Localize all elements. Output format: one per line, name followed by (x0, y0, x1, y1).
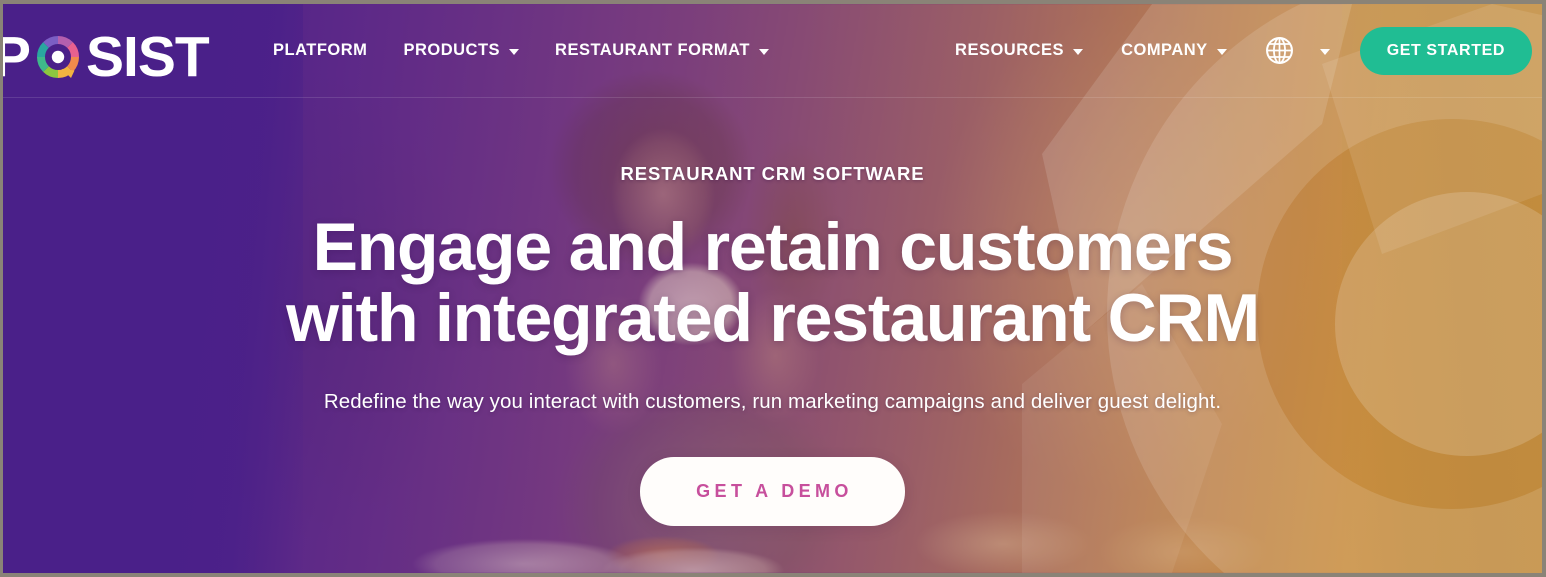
logo-letters-sist: SIST (86, 25, 210, 89)
nav-item-platform[interactable]: PLATFORM (273, 33, 367, 68)
nav-item-restaurant-format[interactable]: RESTAURANT FORMAT (555, 33, 769, 68)
nav-label-company: COMPANY (1121, 41, 1208, 59)
logo-wordmark: P SIST (3, 25, 210, 89)
window-bottom-edge (0, 573, 1546, 577)
posist-donut-logo-icon (32, 31, 84, 83)
nav-label-restaurant-format: RESTAURANT FORMAT (555, 41, 750, 59)
nav-label-platform: PLATFORM (273, 41, 368, 59)
posist-logo[interactable]: P SIST (3, 25, 210, 89)
nav-label-resources: RESOURCES (955, 41, 1065, 59)
chevron-down-icon (1073, 48, 1084, 55)
chevron-down-icon (1216, 48, 1227, 55)
nav-item-company[interactable]: COMPANY (1121, 33, 1227, 68)
window-top-edge (0, 0, 1546, 4)
primary-nav-left: PLATFORM PRODUCTS RESTAURANT FORMAT (273, 4, 769, 97)
hero-subheading: Redefine the way you interact with custo… (323, 390, 1222, 413)
page-root: P SIST PLATFORM PRODUCTS RESTAURANT FORM… (0, 0, 1546, 577)
nav-item-resources[interactable]: RESOURCES (955, 33, 1084, 68)
chevron-down-icon (758, 48, 769, 55)
logo-letter-p: P (3, 25, 31, 89)
globe-icon (1265, 36, 1294, 65)
primary-nav-right: RESOURCES COMPANY GET STARTED (955, 4, 1532, 97)
hero-eyebrow: RESTAURANT CRM SOFTWARE (620, 163, 925, 184)
nav-item-products[interactable]: PRODUCTS (403, 33, 520, 68)
window-right-edge (1542, 0, 1546, 577)
chevron-down-icon (1319, 48, 1330, 55)
chevron-down-icon (509, 48, 520, 55)
nav-label-products: PRODUCTS (403, 41, 501, 59)
header-divider (3, 97, 1542, 98)
hero-section: P SIST PLATFORM PRODUCTS RESTAURANT FORM… (3, 4, 1542, 573)
hero-headline: Engage and retain customers with integra… (286, 209, 1260, 356)
hero-headline-line1: Engage and retain customers (312, 209, 1234, 285)
site-header: P SIST PLATFORM PRODUCTS RESTAURANT FORM… (3, 4, 1542, 97)
get-started-button[interactable]: GET STARTED (1359, 26, 1532, 75)
window-left-edge (0, 0, 3, 577)
hero-headline-line2: with integrated restaurant CRM (286, 280, 1260, 356)
get-a-demo-button[interactable]: GET A DEMO (640, 457, 905, 526)
language-selector[interactable] (1265, 36, 1330, 65)
